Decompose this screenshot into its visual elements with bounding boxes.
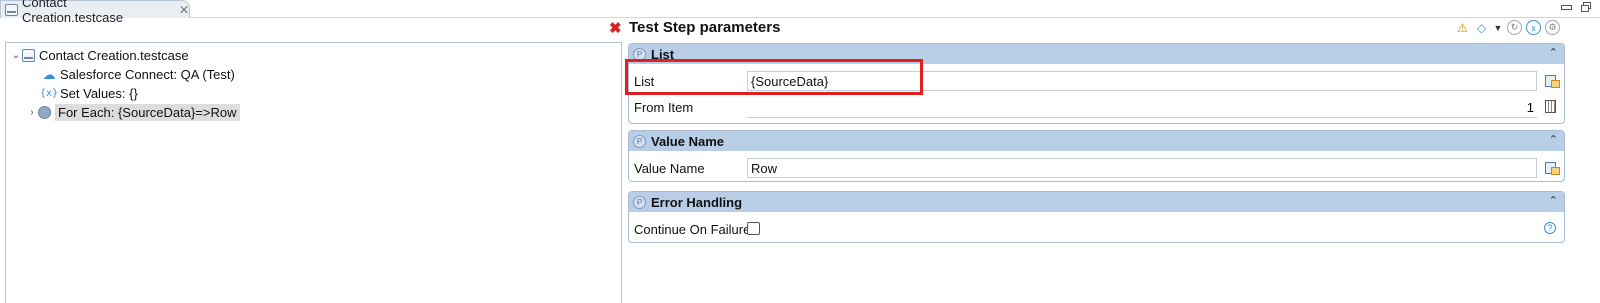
tab-close-icon[interactable]: ✕ xyxy=(179,3,189,17)
editor-tab-strip: Contact Creation.testcase ✕ xyxy=(0,0,1600,25)
tree-item-label: For Each: {SourceData}=>Row xyxy=(55,104,240,121)
value-name-input[interactable] xyxy=(747,158,1537,178)
value-name-label: Value Name xyxy=(634,161,705,176)
section-info-icon: P xyxy=(633,195,646,209)
continue-on-failure-row: Continue On Failure ? xyxy=(629,218,1564,240)
collapse-icon[interactable]: ⌃ xyxy=(1549,194,1558,207)
chevron-down-icon[interactable]: ▼ xyxy=(1493,20,1503,35)
restore-icon[interactable] xyxy=(1580,0,1592,14)
section-title: Error Handling xyxy=(651,194,743,210)
tree-item-label: Set Values: {} xyxy=(60,86,138,101)
from-item-label: From Item xyxy=(634,100,694,115)
settings-icon[interactable]: ⚙ xyxy=(1545,20,1560,35)
help-icon[interactable]: ? xyxy=(1544,222,1556,234)
test-step-tree: ⌄ Contact Creation.testcase ☁ Salesforce… xyxy=(5,42,622,303)
refresh-icon[interactable]: ↻ xyxy=(1507,20,1522,35)
collapse-icon[interactable]: ⌃ xyxy=(1549,46,1558,59)
params-toolbar: ⚠ ◇ ▼ ↻ x ⚙ xyxy=(1455,20,1560,35)
tree-item-label: Salesforce Connect: QA (Test) xyxy=(60,67,235,82)
section-title: Value Name xyxy=(651,133,724,149)
cloud-icon: ☁ xyxy=(42,66,56,82)
warning-icon[interactable]: ⚠ xyxy=(1455,20,1470,35)
section-info-icon: P xyxy=(633,134,646,148)
chevron-right-icon[interactable]: › xyxy=(26,107,38,118)
tree-root[interactable]: ⌄ Contact Creation.testcase xyxy=(10,46,189,65)
set-values-icon: {x} xyxy=(39,88,59,99)
section-header[interactable]: P Error Handling ⌃ xyxy=(629,192,1564,212)
tree-item-for-each[interactable]: › For Each: {SourceData}=>Row xyxy=(26,103,240,122)
chevron-down-icon[interactable]: ⌄ xyxy=(10,50,22,61)
variable-picker-icon[interactable] xyxy=(1545,161,1560,175)
section-header[interactable]: P Value Name ⌃ xyxy=(629,131,1564,151)
testcase-file-icon xyxy=(5,3,18,16)
variable-picker-icon[interactable] xyxy=(1545,74,1560,88)
minimize-icon[interactable] xyxy=(1560,0,1572,14)
tree-root-label: Contact Creation.testcase xyxy=(39,48,189,63)
tree-item-salesforce-connect[interactable]: ☁ Salesforce Connect: QA (Test) xyxy=(42,65,235,84)
tab-label: Contact Creation.testcase xyxy=(21,0,124,25)
from-item-input[interactable]: 1 xyxy=(747,98,1537,118)
section-error-handling: P Error Handling ⌃ Continue On Failure ? xyxy=(628,191,1565,243)
section-value-name: P Value Name ⌃ Value Name xyxy=(628,130,1565,182)
calculator-icon[interactable] xyxy=(1545,100,1556,113)
loop-icon xyxy=(38,106,51,119)
collapse-icon[interactable]: ⌃ xyxy=(1549,133,1558,146)
value-name-row: Value Name xyxy=(629,157,1564,179)
tag-icon[interactable]: ◇ xyxy=(1474,20,1489,35)
continue-on-failure-checkbox[interactable] xyxy=(747,222,760,235)
variable-x-icon[interactable]: x xyxy=(1526,20,1541,35)
close-x-icon[interactable]: ✖ xyxy=(609,21,622,36)
from-item-row: From Item 1 xyxy=(629,96,1564,118)
testcase-file-icon xyxy=(22,49,35,62)
highlight-box xyxy=(625,59,923,95)
page-title: Test Step parameters xyxy=(629,19,781,36)
continue-on-failure-label: Continue On Failure xyxy=(634,222,751,237)
tab-contact-creation[interactable]: Contact Creation.testcase ✕ xyxy=(0,0,190,25)
tree-item-set-values[interactable]: {x} Set Values: {} xyxy=(39,84,138,103)
